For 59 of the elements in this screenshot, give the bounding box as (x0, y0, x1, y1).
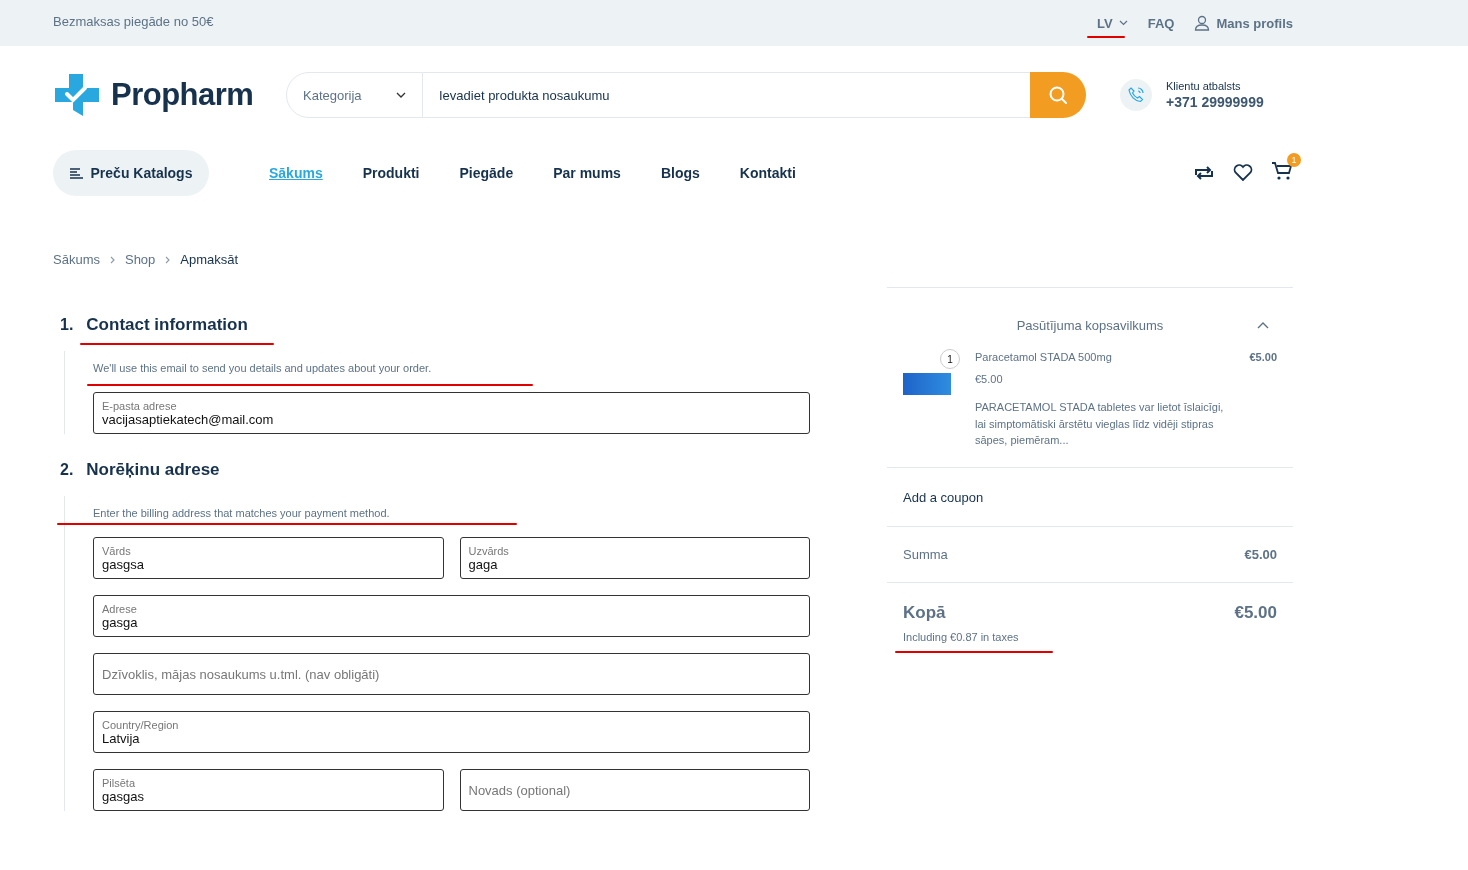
list-icon (69, 167, 83, 179)
subtotal-label: Summa (903, 546, 948, 562)
cart-icon[interactable] (1271, 161, 1293, 181)
input-field[interactable]: Uzvārds gaga (459, 537, 810, 579)
input-field[interactable]: Dzīvoklis, mājas nosaukums u.tml. (nav obligāti) (93, 653, 810, 695)
chevron-down-icon (396, 92, 406, 98)
input-field[interactable]: Country/Region Latvija (93, 711, 810, 753)
cart-count-badge: 1 (1287, 153, 1301, 167)
tax-note: Including €0.87 in taxes (903, 630, 1019, 643)
profile-link[interactable]: Mans profils (1194, 15, 1293, 31)
add-coupon-link[interactable]: Add a coupon (903, 489, 984, 505)
nav-link[interactable]: Produkti (362, 165, 420, 181)
chevron-right-icon (165, 255, 171, 264)
section-note: Enter the billing address that matches your payment method. (93, 507, 810, 519)
support-label: Klientu atbalsts (1166, 80, 1242, 92)
section-title: Norēķinu adrese (86, 460, 220, 480)
product-total: €5.00 (1249, 351, 1277, 363)
input-field[interactable]: Pilsēta gasgas (93, 769, 444, 811)
total-label: Kopā (903, 602, 946, 623)
unit-price: €5.00 (975, 373, 1004, 385)
search-field[interactable]: Ievadiet produkta nosaukumu (423, 72, 1030, 118)
annotation-underline (1087, 35, 1126, 38)
current-page-text: Apmaksāt (180, 252, 239, 267)
input-field[interactable]: Novads (optional) (459, 769, 810, 811)
section-title: Contact information (86, 315, 248, 335)
user-icon (1194, 15, 1211, 31)
catalog-button[interactable]: Preču Katalogs (53, 150, 209, 196)
nav-link[interactable]: Piegāde (459, 165, 514, 181)
step-number: 1. (60, 316, 74, 334)
logo-text: Propharm (111, 77, 254, 113)
promo-text: Bezmaksas piegāde no 50€ (53, 13, 214, 29)
quantity-badge: 1 (940, 349, 960, 369)
total-value: €5.00 (1234, 602, 1277, 623)
breadcrumb-link[interactable]: Sākums (53, 252, 100, 267)
summary-title: Pasūtījuma kopsavilkums (1016, 318, 1164, 333)
chevron-down-icon (1118, 20, 1128, 26)
input-field[interactable]: Vārds gasgsa (93, 537, 444, 579)
chevron-right-icon (109, 255, 115, 264)
section-note: We'll use this email to send you details and updates about your order. (93, 362, 810, 374)
product-description: PARACETAMOL STADA tabletes var lietot īslaicīgi, lai simptomātiski ārstētu vieglas līdz vidēji stipras sāpes, piemēram... (975, 400, 1225, 448)
subtotal-value: €5.00 (1244, 546, 1277, 562)
heart-icon[interactable] (1233, 164, 1253, 182)
product-name: Paracetamol STADA 500mg (975, 351, 1112, 363)
nav-link[interactable]: Blogs (660, 165, 700, 181)
search-icon (1048, 85, 1068, 105)
logo-icon (53, 72, 101, 118)
product-image-placeholder (903, 373, 951, 395)
support-phone: +371 29999999 (1166, 94, 1264, 110)
input-field[interactable]: Adrese gasga (93, 595, 810, 637)
input-field[interactable]: E-pasta adrese vacijasaptiekatech@mail.com (93, 392, 810, 434)
breadcrumb-link[interactable]: Shop (124, 252, 156, 267)
collapse-toggle-icon[interactable] (1257, 322, 1269, 329)
faq-link[interactable]: FAQ (1147, 15, 1175, 31)
language-selector[interactable]: LV (1097, 15, 1128, 31)
phone-icon (1120, 79, 1152, 111)
nav-link[interactable]: Par mums (553, 165, 621, 181)
nav-link[interactable]: Kontakti (739, 165, 796, 181)
compare-icon[interactable] (1193, 165, 1215, 181)
step-number: 2. (60, 461, 74, 479)
